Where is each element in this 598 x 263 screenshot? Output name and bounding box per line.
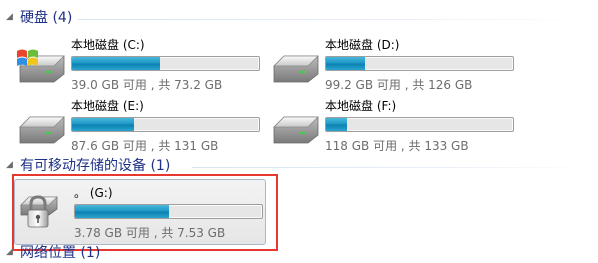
drive-name: 本地磁盘 (C:) [71,38,145,52]
drive-usage-bar [74,204,263,219]
drive-name: 本地磁盘 (F:) [325,99,397,113]
windows-system-drive-icon [17,49,65,83]
group-header-label: 网络位置 (1) [20,245,101,261]
drive-usage-bar [71,56,260,71]
drive-item-c[interactable]: 本地磁盘 (C:) 39.0 GB 可用 , 共 73.2 GB [14,36,264,92]
drive-usage-bar [71,117,260,132]
collapse-triangle-icon[interactable]: ◢ [6,12,20,22]
group-header-label: 有可移动存储的设备 (1) [20,158,171,174]
group-header-label: 硬盘 (4) [20,10,73,26]
hard-drive-icon [19,116,65,144]
drive-usage-bar [325,117,514,132]
group-divider [78,19,590,20]
hard-drive-icon [273,55,319,83]
group-header-removable[interactable]: ◢ 有可移动存储的设备 (1) [6,154,590,176]
collapse-triangle-icon[interactable]: ◢ [6,160,20,170]
drive-usage-fill [326,57,366,70]
drive-item-d[interactable]: 本地磁盘 (D:) 99.2 GB 可用 , 共 126 GB [268,36,518,92]
drive-free-space: 39.0 GB 可用 , 共 73.2 GB [71,78,223,92]
drive-free-space: 87.6 GB 可用 , 共 131 GB [71,139,219,153]
group-header-hard-disks[interactable]: ◢ 硬盘 (4) [6,6,590,28]
drive-free-space: 3.78 GB 可用 , 共 7.53 GB [74,226,226,240]
drive-usage-fill [72,118,134,131]
drive-name: 本地磁盘 (D:) [325,38,400,52]
hard-drive-icon [273,116,319,144]
drive-free-space: 118 GB 可用 , 共 133 GB [325,139,469,153]
encrypted-drive-lock-icon [20,195,58,228]
drive-usage-bar [325,56,514,71]
collapse-triangle-icon[interactable]: ◢ [6,247,20,257]
drive-name: 本地磁盘 (E:) [71,99,144,113]
group-header-network[interactable]: ◢ 网络位置 (1) [6,241,590,263]
drive-usage-fill [75,205,169,218]
group-divider [192,167,590,168]
drive-item-g[interactable]: 。 (G:) 3.78 GB 可用 , 共 7.53 GB [17,184,267,240]
drive-usage-fill [326,118,347,131]
drive-usage-fill [72,57,160,70]
drive-free-space: 99.2 GB 可用 , 共 126 GB [325,78,473,92]
drive-name: 。 (G:) [74,186,113,200]
drive-item-f[interactable]: 本地磁盘 (F:) 118 GB 可用 , 共 133 GB [268,97,518,153]
drive-item-e[interactable]: 本地磁盘 (E:) 87.6 GB 可用 , 共 131 GB [14,97,264,153]
